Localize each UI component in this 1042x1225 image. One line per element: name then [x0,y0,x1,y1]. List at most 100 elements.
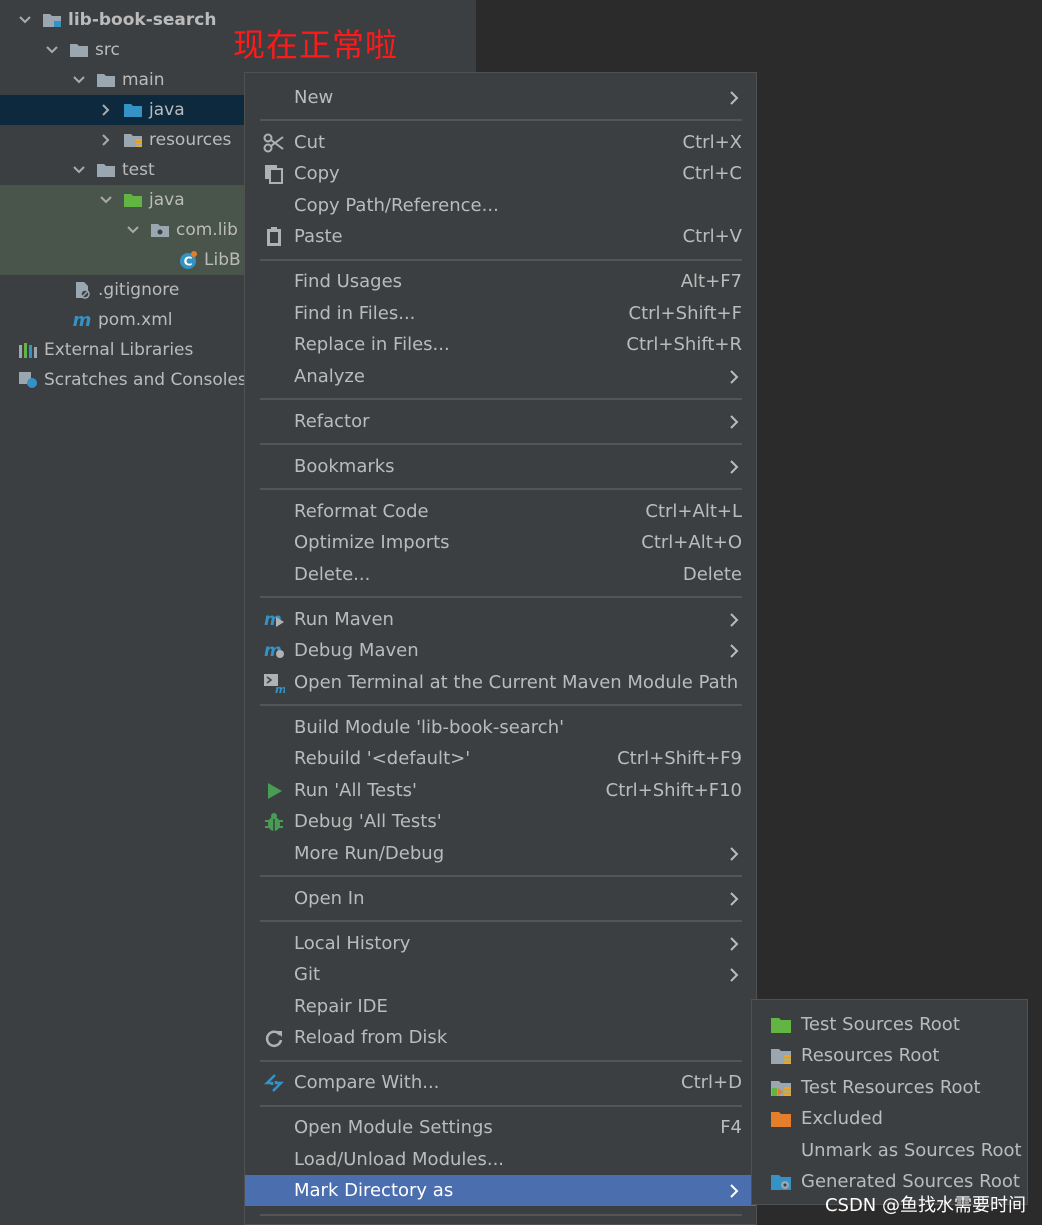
submenu-item-test-resources-root[interactable]: Test Resources Root [752,1072,1027,1103]
chevron-down-icon[interactable] [72,73,86,87]
menu-item-replace-in-files[interactable]: Replace in Files... Ctrl+Shift+R [245,329,756,360]
menu-label: Debug Maven [294,640,419,661]
menu-item-reload-from-disk[interactable]: Reload from Disk [245,1022,756,1053]
menu-shortcut: Ctrl+Alt+L [645,501,742,522]
menu-item-rebuild[interactable]: Rebuild '<default>' Ctrl+Shift+F9 [245,743,756,774]
submenu-label: Test Resources Root [801,1077,981,1098]
chevron-down-icon[interactable] [99,193,113,207]
chevron-right-icon[interactable] [99,133,113,147]
submenu-item-excluded[interactable]: Excluded [752,1103,1027,1134]
chevron-right-icon [728,90,740,106]
menu-label: Reload from Disk [294,1027,448,1048]
submenu-label: Unmark as Sources Root [801,1140,1022,1161]
menu-item-find-usages[interactable]: Find Usages Alt+F7 [245,266,756,297]
copy-icon [263,163,285,185]
menu-item-build-module[interactable]: Build Module 'lib-book-search' [245,712,756,743]
menu-shortcut: Ctrl+Shift+F9 [617,748,742,769]
menu-item-open-terminal[interactable]: m Open Terminal at the Current Maven Mod… [245,667,756,698]
menu-item-load-unload[interactable]: Load/Unload Modules... [245,1144,756,1175]
menu-item-copy[interactable]: Copy Ctrl+C [245,158,756,189]
submenu-item-test-sources-root[interactable]: Test Sources Root [752,1009,1027,1040]
clipboard-icon [263,226,285,248]
menu-item-cut[interactable]: Cut Ctrl+X [245,127,756,158]
submenu-item-resources-root[interactable]: Resources Root [752,1040,1027,1071]
resources-folder-icon [123,131,143,149]
tree-label-pom: pom.xml [98,310,173,330]
menu-separator [260,1060,742,1062]
menu-item-new[interactable]: New [245,82,756,113]
menu-label: Repair IDE [294,996,388,1017]
menu-label: Build Module 'lib-book-search' [294,717,565,738]
menu-label: New [294,87,334,108]
menu-item-optimize-imports[interactable]: Optimize Imports Ctrl+Alt+O [245,527,756,558]
chevron-right-icon [728,846,740,862]
menu-label: Local History [294,933,411,954]
svg-text:m: m [275,683,285,694]
menu-item-copy-path[interactable]: Copy Path/Reference... [245,190,756,221]
menu-shortcut: Alt+F7 [680,271,742,292]
menu-label: Find in Files... [294,303,416,324]
scissors-icon [263,132,285,154]
maven-file-icon: m [72,311,92,329]
menu-item-git[interactable]: Git [245,959,756,990]
menu-label: Debug 'All Tests' [294,811,442,832]
menu-shortcut: Ctrl+Alt+O [641,532,742,553]
menu-label: Open Terminal at the Current Maven Modul… [294,672,739,693]
menu-label: Reformat Code [294,501,429,522]
menu-item-compare-with[interactable]: Compare With... Ctrl+D [245,1067,756,1098]
chevron-down-icon[interactable] [45,43,59,57]
menu-shortcut: Ctrl+Shift+F10 [605,780,742,801]
tree-label-gitignore: .gitignore [98,280,180,300]
chevron-right-icon[interactable] [99,103,113,117]
chevron-down-icon[interactable] [72,163,86,177]
tree-label-scratches: Scratches and Consoles [44,370,247,390]
menu-label: Cut [294,132,326,153]
menu-item-bookmarks[interactable]: Bookmarks [245,451,756,482]
menu-shortcut: Ctrl+V [682,226,742,247]
chevron-down-icon[interactable] [126,223,140,237]
menu-separator [260,398,742,400]
menu-label: Paste [294,226,343,247]
menu-item-debug-tests[interactable]: Debug 'All Tests' [245,806,756,837]
submenu-item-unmark[interactable]: Unmark as Sources Root [752,1135,1027,1166]
menu-item-mark-directory-as[interactable]: Mark Directory as [245,1175,756,1206]
menu-item-local-history[interactable]: Local History [245,928,756,959]
submenu-label: Test Sources Root [801,1014,960,1035]
menu-shortcut: Delete [682,564,742,585]
tree-label-main-java: java [149,100,185,120]
menu-separator [260,596,742,598]
tree-label-root: lib-book-search [68,10,217,30]
folder-icon [69,41,89,59]
menu-separator [260,875,742,877]
menu-item-analyze[interactable]: Analyze [245,361,756,392]
ignored-file-icon [72,281,92,299]
menu-item-debug-maven[interactable]: m Debug Maven [245,635,756,666]
run-icon [263,780,285,802]
chevron-right-icon [728,612,740,628]
menu-item-run-maven[interactable]: m Run Maven [245,604,756,635]
tree-label-resources: resources [149,130,232,150]
menu-shortcut: Ctrl+D [681,1072,742,1093]
menu-item-repair-ide[interactable]: Repair IDE [245,991,756,1022]
menu-label: Open In [294,888,365,909]
menu-item-more-run-debug[interactable]: More Run/Debug [245,838,756,869]
maven-debug-icon: m [263,640,285,662]
menu-item-refactor[interactable]: Refactor [245,406,756,437]
menu-label: Bookmarks [294,456,395,477]
refresh-icon [263,1027,285,1049]
menu-item-reformat-code[interactable]: Reformat Code Ctrl+Alt+L [245,496,756,527]
chevron-right-icon [728,414,740,430]
menu-label: Refactor [294,411,370,432]
menu-item-open-in[interactable]: Open In [245,883,756,914]
menu-label: Copy [294,163,340,184]
menu-item-delete[interactable]: Delete... Delete [245,559,756,590]
menu-item-run-tests[interactable]: Run 'All Tests' Ctrl+Shift+F10 [245,775,756,806]
menu-label: Delete... [294,564,371,585]
menu-item-paste[interactable]: Paste Ctrl+V [245,221,756,252]
menu-item-module-settings[interactable]: Open Module Settings F4 [245,1112,756,1143]
menu-separator [260,1214,742,1216]
chevron-down-icon[interactable] [18,13,32,27]
menu-label: Optimize Imports [294,532,450,553]
tree-label-test-java: java [149,190,185,210]
menu-item-find-in-files[interactable]: Find in Files... Ctrl+Shift+F [245,298,756,329]
